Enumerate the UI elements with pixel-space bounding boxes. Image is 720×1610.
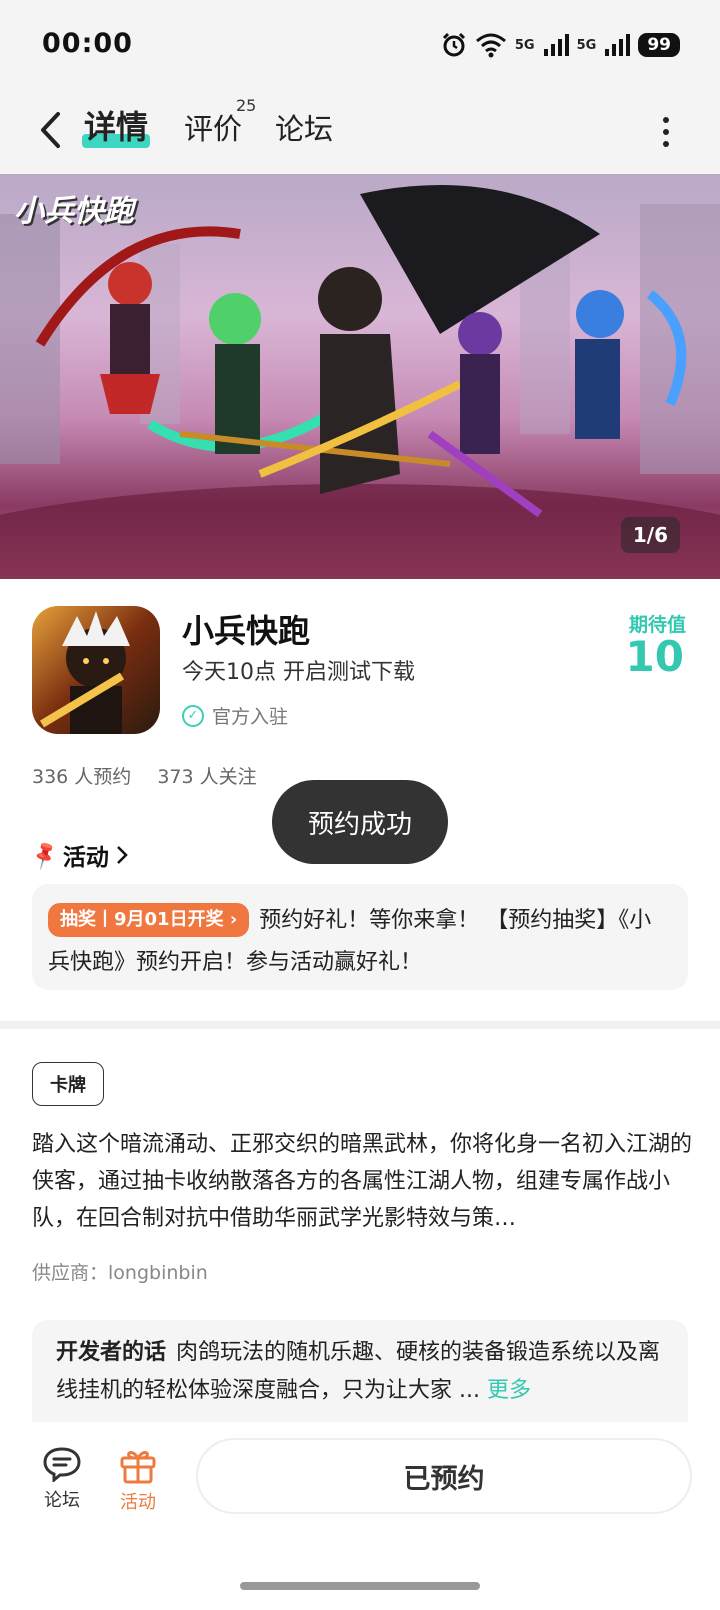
- section-divider: [0, 1021, 720, 1029]
- status-bar: 00:00 5G 5G 99: [0, 0, 720, 90]
- more-dot-icon: [663, 141, 669, 147]
- app-name: 小兵快跑: [182, 612, 311, 650]
- alarm-icon: [442, 32, 465, 57]
- bottom-tab-activity-label: 活动: [120, 1492, 156, 1513]
- chevron-right-icon: [117, 846, 128, 864]
- bottom-action-bar: 论坛 活动 已预约: [0, 1422, 720, 1610]
- more-dot-icon: [663, 117, 669, 123]
- app-icon-artwork: [39, 611, 130, 734]
- toast-message: 预约成功: [272, 780, 448, 864]
- banner-artwork: [0, 185, 720, 579]
- official-label: 官方入驻: [212, 706, 289, 728]
- bottom-tab-forum[interactable]: 论坛: [30, 1446, 94, 1512]
- reserved-button[interactable]: 已预约: [196, 1438, 692, 1514]
- nav-bar: 详情 评价 25 论坛: [0, 90, 720, 174]
- tab-detail[interactable]: 详情: [84, 102, 148, 148]
- signal-icon-1: [543, 34, 569, 56]
- home-indicator[interactable]: [240, 1582, 480, 1590]
- follower-count: 373 人关注: [157, 766, 257, 788]
- reservation-count: 336 人预约: [32, 766, 132, 788]
- pin-icon: 📌: [27, 838, 62, 872]
- more-link[interactable]: 更多: [487, 1378, 531, 1403]
- back-arrow-icon: [41, 112, 60, 148]
- game-banner-carousel[interactable]: 小兵快跑 1/6: [0, 174, 720, 579]
- banner-game-logo: 小兵快跑: [14, 194, 134, 229]
- genre-tag[interactable]: 卡牌: [32, 1062, 104, 1106]
- app-stats: 336 人预约 373 人关注: [32, 762, 257, 789]
- battery-indicator: 99: [638, 33, 680, 57]
- official-badge: ✓ 官方入驻: [182, 702, 288, 729]
- app-subtitle: 今天10点 开启测试下载: [182, 660, 415, 685]
- forum-icon: [43, 1447, 81, 1482]
- lottery-tag-text: 抽奖丨9月01日开奖: [60, 909, 224, 930]
- activity-title: 活动: [62, 845, 109, 871]
- verified-check-icon: ✓: [182, 704, 204, 727]
- more-options-button[interactable]: [656, 108, 676, 156]
- activity-card[interactable]: 抽奖丨9月01日开奖 › 预约好礼！等你来拿！ 【预约抽奖】《小兵快跑》预约开启！…: [32, 884, 688, 990]
- lottery-tag: 抽奖丨9月01日开奖 ›: [48, 903, 250, 937]
- supplier-label: 供应商：longbinbin: [32, 1262, 208, 1284]
- network-label-2: 5G: [576, 37, 597, 53]
- expectation-value: 10: [625, 632, 684, 681]
- gift-icon: [120, 1451, 156, 1484]
- game-description[interactable]: 踏入这个暗流涌动、正邪交织的暗黑武林，你将化身一名初入江湖的侠客，通过抽卡收纳散…: [32, 1126, 692, 1237]
- tab-forum[interactable]: 论坛: [275, 106, 333, 148]
- signal-icon-2: [605, 34, 631, 56]
- tab-review[interactable]: 评价: [184, 106, 242, 148]
- wifi-icon: [475, 33, 506, 58]
- developer-note-card[interactable]: 开发者的话 肉鸽玩法的随机乐趣、硬核的装备锻造系统以及离线挂机的轻松体验深度融合，…: [32, 1320, 688, 1422]
- review-count-badge: 25: [236, 96, 257, 115]
- status-time: 00:00: [42, 28, 133, 59]
- more-dot-icon: [663, 129, 669, 135]
- status-icons: 5G 5G 99: [441, 30, 680, 60]
- bottom-tab-forum-label: 论坛: [44, 1490, 80, 1511]
- back-button[interactable]: [30, 104, 70, 156]
- bottom-tab-activity[interactable]: 活动: [106, 1446, 170, 1514]
- app-icon: [32, 606, 160, 734]
- developer-note-title: 开发者的话: [56, 1340, 167, 1365]
- activity-section-header[interactable]: 📌 活动: [28, 838, 129, 872]
- banner-page-counter: 1/6: [620, 517, 680, 553]
- network-label-1: 5G: [514, 37, 535, 53]
